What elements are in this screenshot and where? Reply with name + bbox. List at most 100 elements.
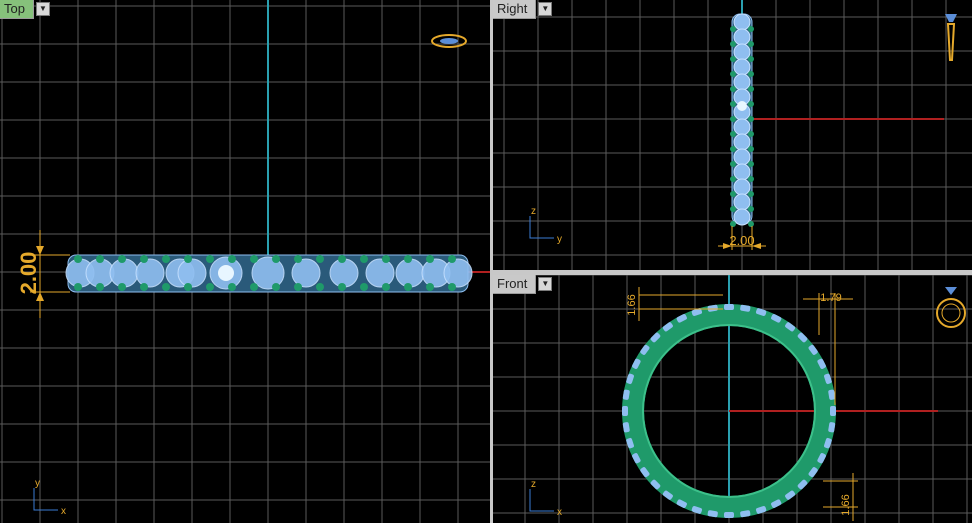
prong: [730, 71, 736, 77]
gemstone: [733, 208, 751, 226]
viewport-label-right[interactable]: Right: [493, 0, 537, 19]
prong: [250, 283, 258, 291]
chevron-down-icon[interactable]: ▼: [538, 2, 553, 16]
gemstone: [733, 13, 751, 31]
gemstone: [733, 118, 751, 136]
chevron-down-icon[interactable]: ▼: [35, 2, 50, 16]
prong: [426, 283, 434, 291]
prong: [730, 206, 736, 212]
dimension-label-front-b: 1.79: [820, 292, 841, 304]
gemstone: [733, 133, 751, 151]
prong: [206, 283, 214, 291]
prong: [382, 283, 390, 291]
gemstone: [733, 73, 751, 91]
prong: [448, 255, 456, 263]
viewport-front[interactable]: 1.66 1.79 1.66 z x Front ▼: [493, 275, 972, 523]
prong: [96, 283, 104, 291]
prong: [404, 255, 412, 263]
prong: [228, 255, 236, 263]
gemstone: [291, 258, 321, 288]
prong: [748, 71, 754, 77]
right-view-canvas[interactable]: 2.00 z y: [493, 0, 972, 270]
dimension-label-top: 2.00: [16, 252, 41, 295]
gemstone: [733, 58, 751, 76]
top-view-canvas[interactable]: 2.00 y x: [0, 0, 490, 523]
prong: [730, 26, 736, 32]
prong: [140, 255, 148, 263]
prong: [184, 283, 192, 291]
prong: [250, 255, 258, 263]
prong: [294, 283, 302, 291]
prong: [448, 283, 456, 291]
ring-front-icon: [941, 303, 961, 323]
viewport-tab-top[interactable]: Top ▼: [0, 0, 50, 19]
prong: [730, 146, 736, 152]
prong: [316, 283, 324, 291]
ring-front-icon: [936, 298, 966, 328]
ring-front-icon: [945, 287, 957, 295]
gemstone: [365, 258, 395, 288]
axis-gizmo-label: y: [557, 234, 562, 245]
gemstone: [830, 406, 836, 416]
viewport-splitter-horizontal[interactable]: [490, 270, 972, 275]
prong: [272, 255, 280, 263]
viewport-top[interactable]: 2.00 y x Top ▼: [0, 0, 490, 523]
prong: [730, 176, 736, 182]
prong: [162, 255, 170, 263]
prong: [730, 131, 736, 137]
prong: [748, 56, 754, 62]
prong: [748, 146, 754, 152]
viewport-tab-front[interactable]: Front ▼: [493, 275, 553, 294]
gemstone: [329, 258, 359, 288]
viewport-label-front[interactable]: Front: [493, 275, 537, 294]
dimension-label-right: 2.00: [729, 233, 754, 248]
prong: [730, 41, 736, 47]
prong: [140, 283, 148, 291]
prong: [118, 283, 126, 291]
axis-gizmo: [529, 489, 554, 512]
prong: [74, 283, 82, 291]
prong: [382, 255, 390, 263]
axis-gizmo-label: z: [531, 479, 536, 490]
viewport-label-top[interactable]: Top: [0, 0, 34, 19]
prong: [748, 116, 754, 122]
gemstone: [395, 258, 425, 288]
prong: [338, 283, 346, 291]
viewport-tab-right[interactable]: Right ▼: [493, 0, 553, 19]
prong: [316, 255, 324, 263]
axis-gizmo: [529, 216, 554, 239]
gemstone: [733, 148, 751, 166]
prong: [730, 101, 736, 107]
gemstone: [733, 163, 751, 181]
axis-gizmo-label: x: [61, 506, 66, 517]
gemstone: [733, 43, 751, 61]
prong: [730, 86, 736, 92]
prong: [162, 283, 170, 291]
gemstone: [109, 258, 139, 288]
prong: [748, 221, 754, 227]
prong: [748, 161, 754, 167]
prong: [730, 221, 736, 227]
axis-gizmo-label: x: [557, 507, 562, 518]
prong: [74, 255, 82, 263]
gemstone: [622, 406, 628, 416]
prong: [730, 56, 736, 62]
prong: [118, 255, 126, 263]
chevron-down-icon[interactable]: ▼: [538, 277, 553, 291]
prong: [360, 255, 368, 263]
axis-gizmo-label: y: [35, 478, 40, 489]
ring-side-icon: [946, 23, 956, 61]
axis-gizmo-label: z: [531, 206, 536, 217]
viewport-right[interactable]: 2.00 z y Right ▼: [493, 0, 972, 270]
front-view-canvas[interactable]: 1.66 1.79 1.66 z x: [493, 275, 972, 523]
viewport-splitter-vertical[interactable]: [490, 0, 493, 523]
dimension-label-front-c: 1.66: [840, 494, 852, 515]
dimension-label-front-a: 1.66: [626, 294, 638, 315]
gemstone: [443, 258, 473, 288]
prong: [96, 255, 104, 263]
ring-side-icon: [945, 14, 957, 22]
gemstone: [135, 258, 165, 288]
prong: [748, 26, 754, 32]
prong: [748, 131, 754, 137]
prong: [272, 283, 280, 291]
